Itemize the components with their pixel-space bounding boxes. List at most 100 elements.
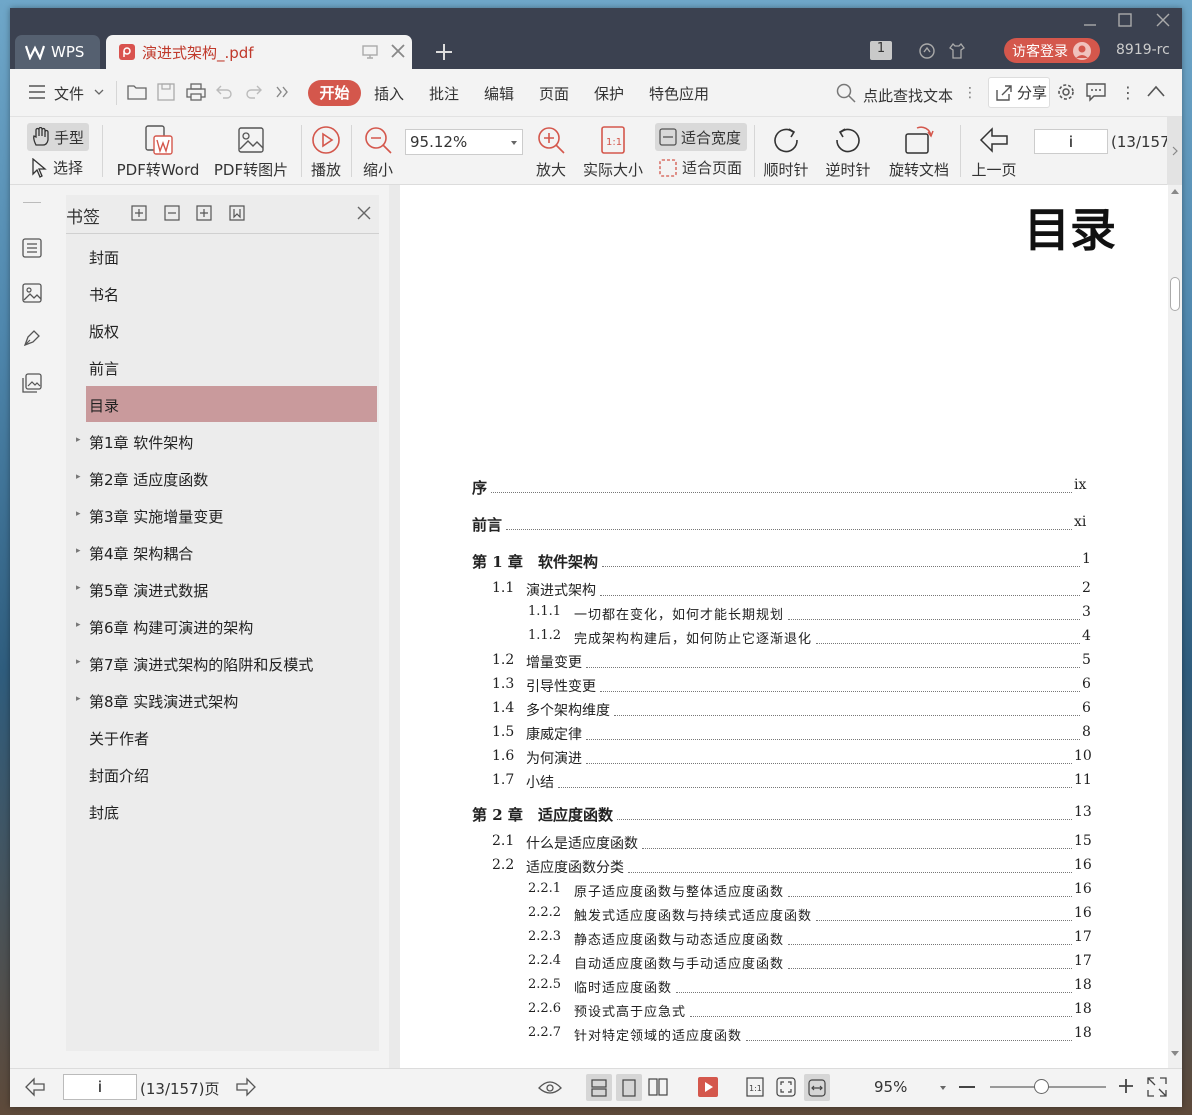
toc-entry-title[interactable]: 原子适应度函数与整体适应度函数 xyxy=(574,881,784,900)
undo-icon[interactable] xyxy=(215,84,233,100)
continuous-view-icon[interactable] xyxy=(586,1074,612,1101)
minimize-icon[interactable] xyxy=(1083,18,1097,32)
bookmark-item[interactable]: 封底 xyxy=(89,802,119,823)
toc-entry-number[interactable]: 1.2 xyxy=(492,652,514,668)
search-text-button[interactable]: 点此查找文本 xyxy=(863,85,953,106)
scroll-down-arrow-icon[interactable] xyxy=(1171,1051,1179,1057)
bookmark-expand-icon[interactable]: ▸ xyxy=(76,694,81,704)
ribbon-scroll-right-icon[interactable] xyxy=(1167,117,1182,185)
open-folder-icon[interactable] xyxy=(127,83,147,101)
skin-icon[interactable] xyxy=(948,42,966,60)
file-dropdown-chevron-icon[interactable] xyxy=(94,88,104,96)
menu-annotate[interactable]: 批注 xyxy=(429,83,459,104)
status-page-input[interactable] xyxy=(63,1074,137,1100)
bookmark-item[interactable]: 第3章 实施增量变更 xyxy=(89,506,223,527)
toc-entry-number[interactable]: 前言 xyxy=(472,514,502,535)
toc-entry-title[interactable]: 自动适应度函数与手动适应度函数 xyxy=(574,953,784,972)
print-icon[interactable] xyxy=(186,83,206,101)
toc-entry-title[interactable]: 一切都在变化，如何才能长期规划 xyxy=(574,604,784,623)
select-tool-button[interactable]: 选择 xyxy=(31,157,83,178)
bookmark-item[interactable]: 第6章 构建可演进的架构 xyxy=(89,617,253,638)
bookmark-item[interactable]: 前言 xyxy=(89,358,119,379)
pdf-to-image-button[interactable]: PDF转图片 xyxy=(210,123,292,180)
menu-special-apps[interactable]: 特色应用 xyxy=(649,83,709,104)
status-prev-page-icon[interactable] xyxy=(25,1077,45,1097)
ribbon-page-input[interactable] xyxy=(1034,129,1108,154)
rotate-document-button[interactable]: 旋转文档 xyxy=(886,123,952,180)
bookmark-flag-icon[interactable] xyxy=(228,204,246,222)
menu-insert[interactable]: 插入 xyxy=(374,83,404,104)
tab-document[interactable]: 演进式架构_.pdf xyxy=(106,35,412,69)
toc-entry-title[interactable]: 演进式架构 xyxy=(526,580,596,600)
bookmark-expand-icon[interactable]: ▸ xyxy=(76,435,81,445)
toc-entry-title[interactable]: 康威定律 xyxy=(526,724,582,744)
toc-entry-number[interactable]: 1.3 xyxy=(492,676,514,692)
toc-entry-title[interactable]: 预设式高于应急式 xyxy=(574,1001,686,1020)
toc-entry-title[interactable]: 完成架构构建后，如何防止它逐渐退化 xyxy=(574,628,812,647)
status-zoom-value[interactable]: 95% xyxy=(874,1078,907,1096)
fit-width-button[interactable]: 适合宽度 xyxy=(655,123,747,151)
status-fit-width-icon[interactable] xyxy=(804,1074,830,1101)
feedback-chat-icon[interactable] xyxy=(1086,82,1106,102)
toc-entry-number[interactable]: 1.5 xyxy=(492,724,514,740)
bookmark-item[interactable]: 第4章 架构耦合 xyxy=(89,543,193,564)
menu-edit[interactable]: 编辑 xyxy=(484,83,514,104)
toc-entry-number[interactable]: 2.1 xyxy=(492,833,514,849)
menu-page[interactable]: 页面 xyxy=(539,83,569,104)
toc-entry-title[interactable]: 为何演进 xyxy=(526,748,582,768)
toc-entry-title[interactable]: 小结 xyxy=(526,772,554,792)
bookmark-list-icon[interactable] xyxy=(22,238,42,258)
collapse-ribbon-icon[interactable] xyxy=(1147,85,1165,97)
zoom-plus-icon[interactable] xyxy=(1118,1078,1134,1094)
bookmark-item[interactable]: 第1章 软件架构 xyxy=(89,432,193,453)
annotation-pen-icon[interactable] xyxy=(22,328,42,348)
single-page-view-icon[interactable] xyxy=(616,1074,642,1101)
toc-entry-title[interactable]: 多个架构维度 xyxy=(526,700,610,720)
search-icon[interactable] xyxy=(836,83,856,103)
rotate-counterclockwise-button[interactable]: 逆时针 xyxy=(822,123,874,180)
close-tab-icon[interactable] xyxy=(390,43,406,59)
toc-entry-title[interactable]: 适应度函数 xyxy=(538,804,613,825)
status-actual-size-icon[interactable]: 1:1 xyxy=(746,1077,764,1097)
toc-entry-title[interactable]: 什么是适应度函数 xyxy=(526,833,638,853)
share-button[interactable]: 分享 xyxy=(988,77,1050,108)
zoom-slider-thumb[interactable] xyxy=(1034,1079,1049,1094)
bookmark-expand-icon[interactable]: ▸ xyxy=(76,546,81,556)
zoom-minus-icon[interactable] xyxy=(959,1086,975,1088)
toc-entry-title[interactable]: 临时适应度函数 xyxy=(574,977,672,996)
toc-entry-title[interactable]: 适应度函数分类 xyxy=(526,857,624,877)
previous-page-button[interactable]: 上一页 xyxy=(968,123,1020,180)
zoom-out-button[interactable]: 缩小 xyxy=(358,123,398,180)
zoom-in-button[interactable]: 放大 xyxy=(531,123,571,180)
toc-entry-number[interactable]: 2.2.6 xyxy=(528,1001,561,1016)
toc-entry-number[interactable]: 2.2.5 xyxy=(528,977,561,992)
bookmark-item[interactable]: 目录 xyxy=(89,395,119,416)
close-panel-icon[interactable] xyxy=(357,206,371,220)
bookmark-expand-icon[interactable]: ▸ xyxy=(76,657,81,667)
hand-tool-button[interactable]: 手型 xyxy=(27,123,89,151)
close-window-icon[interactable] xyxy=(1156,13,1170,27)
expand-all-icon[interactable] xyxy=(130,204,148,222)
toc-entry-number[interactable]: 2.2.2 xyxy=(528,905,561,920)
status-fit-page-icon[interactable] xyxy=(776,1077,796,1097)
attachment-picture-icon[interactable] xyxy=(22,373,42,393)
bookmark-expand-icon[interactable]: ▸ xyxy=(76,620,81,630)
bookmark-item[interactable]: 书名 xyxy=(89,284,119,305)
bookmark-item[interactable]: 第8章 实践演进式架构 xyxy=(89,691,238,712)
menu-protect[interactable]: 保护 xyxy=(594,83,624,104)
bookmark-item[interactable]: 第2章 适应度函数 xyxy=(89,469,208,490)
toc-entry-title[interactable]: 增量变更 xyxy=(526,652,582,672)
save-icon[interactable] xyxy=(157,83,175,101)
scroll-thumb[interactable] xyxy=(1170,277,1180,311)
rotate-clockwise-button[interactable]: 顺时针 xyxy=(760,123,812,180)
more-tools-icon[interactable] xyxy=(275,85,289,99)
toc-entry-number[interactable]: 1.4 xyxy=(492,700,514,716)
pdf-to-word-button[interactable]: PDF转Word xyxy=(114,123,202,180)
eye-protection-icon[interactable] xyxy=(538,1078,562,1096)
panel-splitter[interactable] xyxy=(389,185,400,1068)
vertical-scrollbar[interactable] xyxy=(1168,185,1182,1068)
scroll-up-arrow-icon[interactable] xyxy=(1171,188,1179,194)
toc-entry-number[interactable]: 1.7 xyxy=(492,772,514,788)
menu-start[interactable]: 开始 xyxy=(308,80,361,106)
toc-entry-number[interactable]: 2.2 xyxy=(492,857,514,873)
